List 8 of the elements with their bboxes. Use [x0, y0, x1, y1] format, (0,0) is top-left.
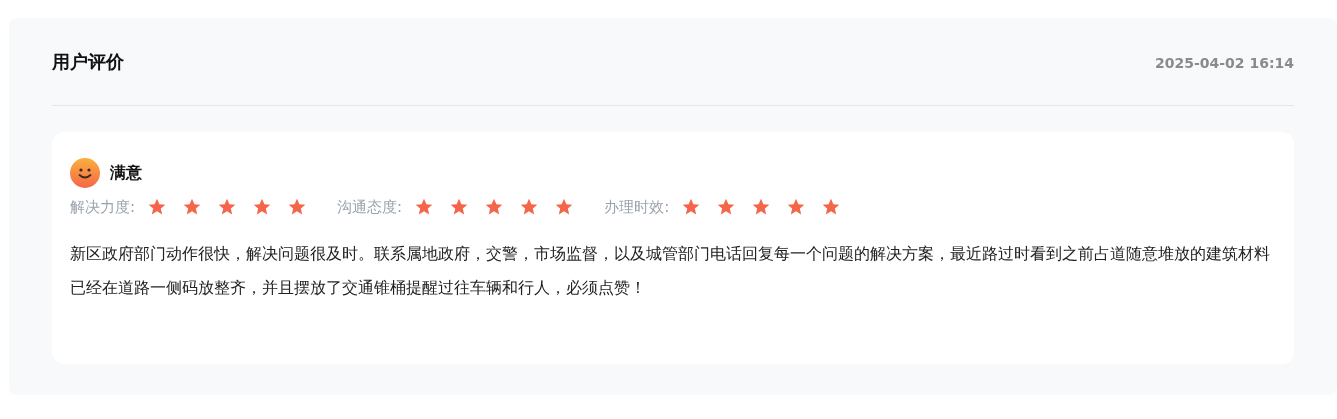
rating-label: 办理时效: [604, 197, 670, 218]
review-date: 2025-04-02 16:14 [1155, 54, 1294, 73]
review-text: 新区政府部门动作很快，解决问题很及时。联系属地政府，交警，市场监督，以及城管部门电话回复每一个问题的解决方案，最近路过时看到之前占道随意堆放的建筑材料已经在道路一侧码放整齐，并且摆放了交通锥桶提醒过往车辆和行人，必须点赞！ [70, 242, 1271, 299]
section-title: 用户评价 [52, 50, 124, 74]
rating-label: 解决力度: [70, 197, 136, 218]
rating-label: 沟通态度: [337, 197, 403, 218]
satisfaction-label: 满意 [110, 162, 142, 184]
smiley-icon [70, 158, 100, 188]
